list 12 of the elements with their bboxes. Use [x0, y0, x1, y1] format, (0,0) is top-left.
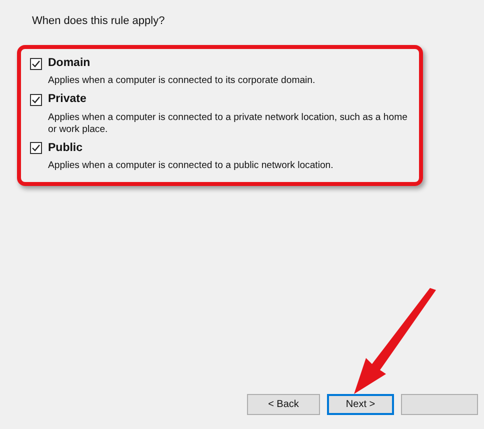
- checkbox-label[interactable]: Public: [48, 140, 83, 157]
- wizard-button[interactable]: Next >: [327, 394, 394, 415]
- checkbox-label[interactable]: Private: [48, 91, 86, 108]
- checkbox[interactable]: [30, 142, 42, 154]
- checkbox[interactable]: [30, 94, 42, 106]
- checkbox[interactable]: [30, 58, 42, 70]
- question-text: When does this rule apply?: [32, 14, 166, 29]
- wizard-button[interactable]: < Back: [247, 394, 320, 415]
- checkbox-label[interactable]: Domain: [48, 55, 90, 72]
- description-text: Applies when a computer is connected to its corporate domain.: [48, 75, 316, 88]
- description-text: Applies when a computer is connected to a public network location.: [48, 160, 334, 172]
- description-text: Applies when a computer is connected to a private network location, such as a home or work place.: [48, 112, 408, 136]
